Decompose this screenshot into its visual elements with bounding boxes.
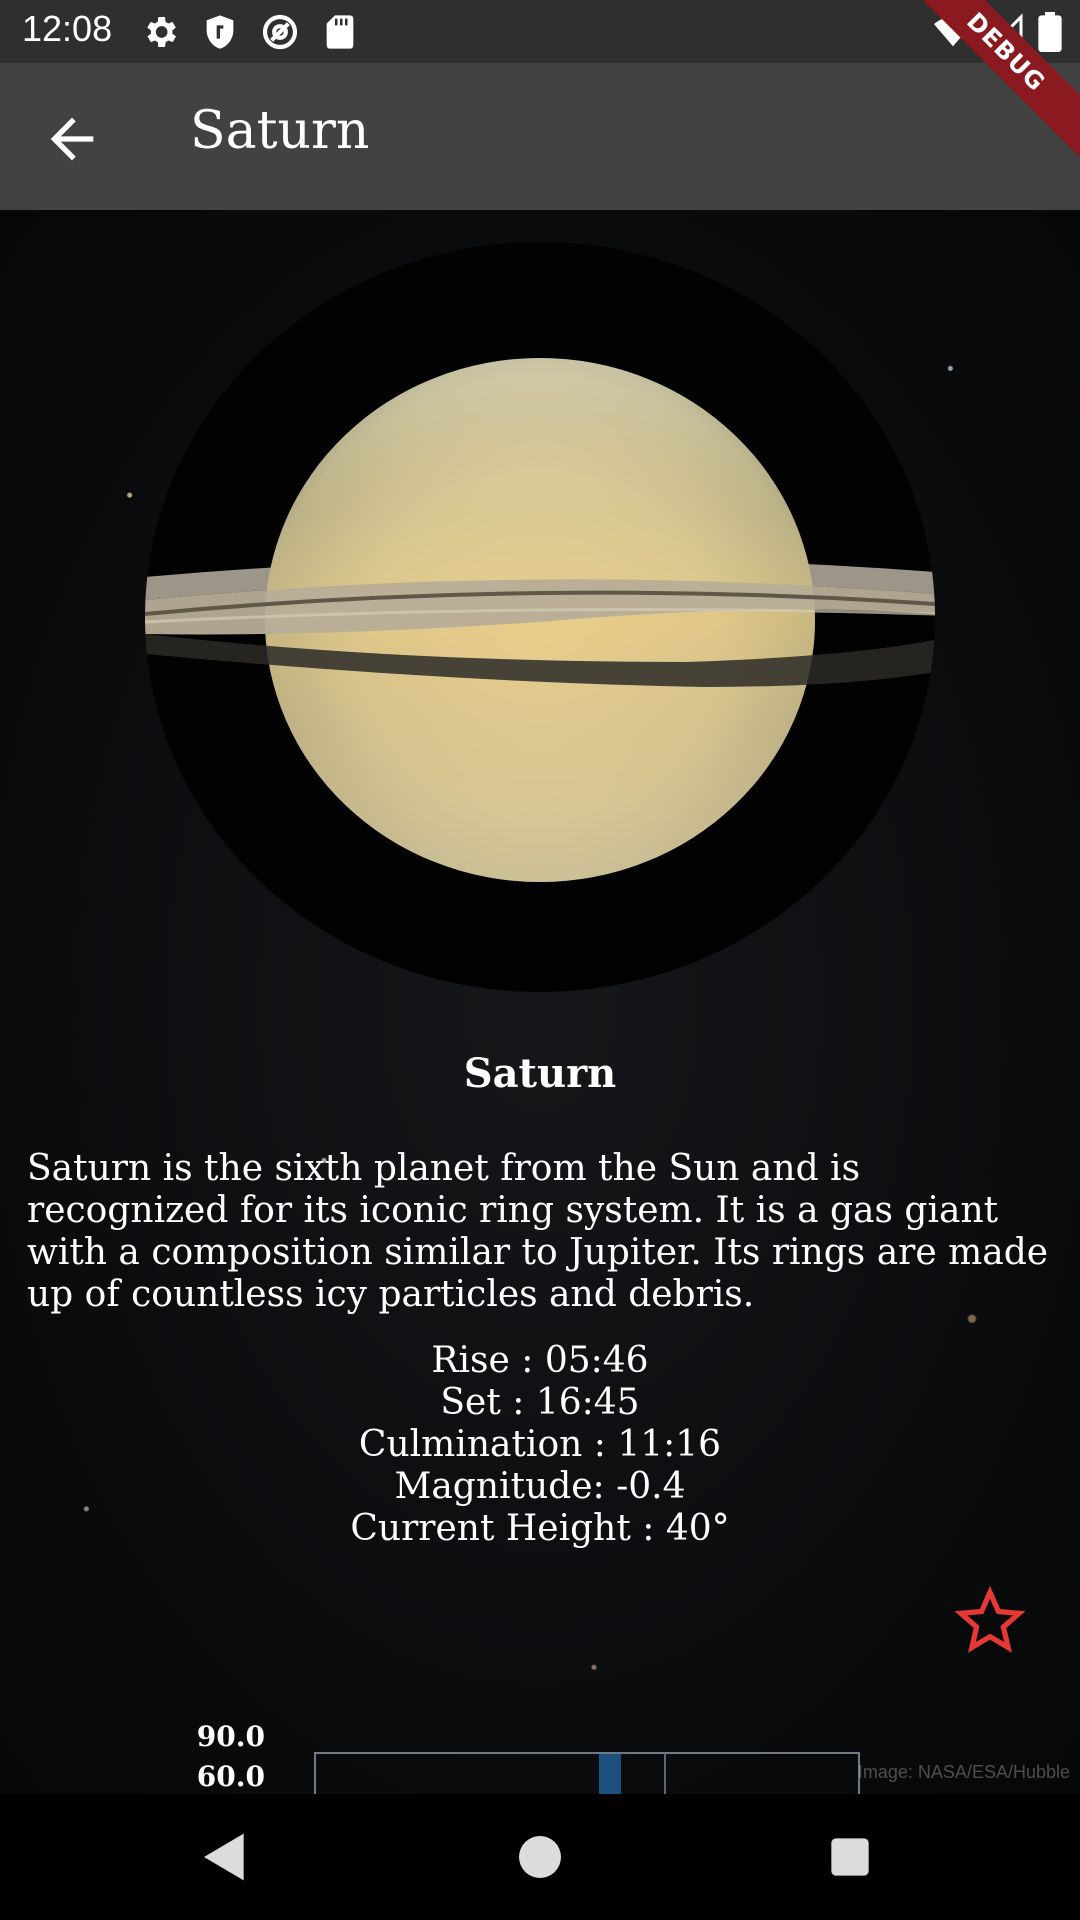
back-button[interactable]: [40, 107, 104, 171]
planet-image: [145, 242, 935, 992]
object-name: Saturn: [463, 1050, 617, 1097]
navigation-bar: [0, 1794, 1080, 1920]
star-outline-icon: [954, 1585, 1026, 1653]
image-credit: Image: NASA/ESA/Hubble: [857, 1762, 1070, 1782]
app-bar: Saturn: [0, 63, 1080, 210]
current-height-value: Current Height : 40°: [350, 1508, 730, 1549]
shield-icon: [206, 15, 234, 49]
gear-icon: [147, 17, 176, 47]
sd-card-icon: [326, 15, 354, 49]
current-height-bar: [599, 1754, 621, 1794]
magnitude-value: Magnitude: -0.4: [394, 1466, 686, 1507]
ephemeris-info: Rise : 05:46 Set : 16:45 Culmination : 1…: [0, 1340, 1080, 1550]
favorite-button[interactable]: [954, 1585, 1026, 1655]
at-sign-icon: [262, 14, 298, 50]
rise-time: Rise : 05:46: [431, 1340, 649, 1381]
back-triangle-icon[interactable]: [195, 1829, 255, 1885]
arrow-left-icon: [50, 117, 94, 161]
object-description: Saturn is the sixth planet from the Sun …: [27, 1148, 1049, 1315]
planet-detail-content[interactable]: Saturn Saturn is the sixth planet from t…: [0, 210, 1080, 1794]
culmination-time: Culmination : 11:16: [358, 1424, 722, 1465]
status-time: 12:08: [22, 8, 113, 49]
home-circle-icon[interactable]: [510, 1829, 570, 1885]
battery-icon: [1038, 12, 1062, 52]
status-notification-icons: [140, 12, 360, 52]
status-bar: 12:08 DEBUG: [0, 0, 1080, 160]
set-time: Set : 16:45: [440, 1382, 640, 1423]
page-title: Saturn: [190, 101, 370, 161]
recents-square-icon[interactable]: [820, 1829, 880, 1885]
